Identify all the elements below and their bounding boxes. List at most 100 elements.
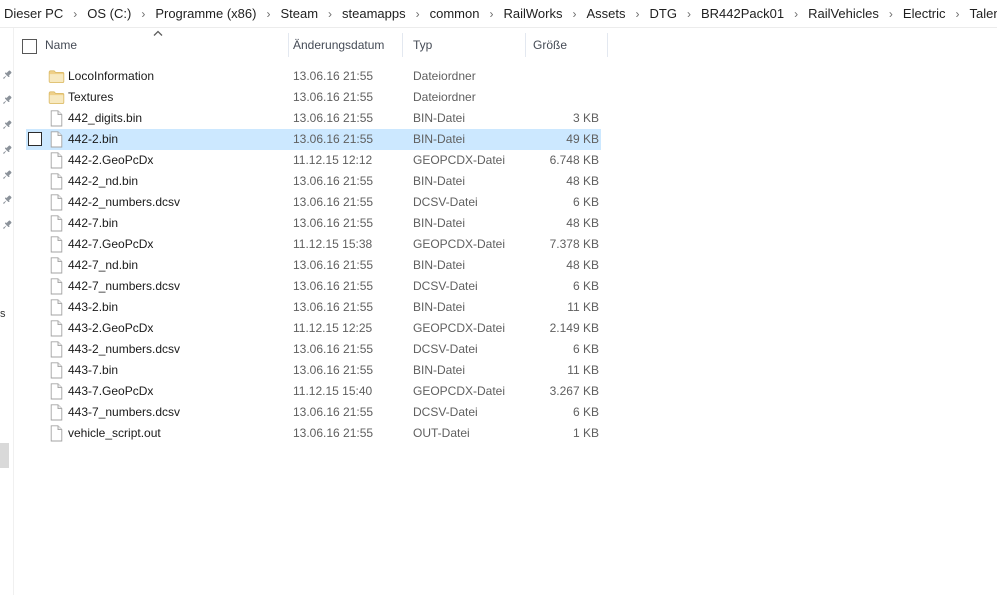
file-row[interactable]: 443-7_numbers.dcsv 13.06.16 21:55 DCSV-D… <box>26 402 601 423</box>
file-list: LocoInformation 13.06.16 21:55 Dateiordn… <box>0 66 997 444</box>
breadcrumb-chevron-icon[interactable]: › <box>65 7 85 21</box>
column-header-date[interactable]: Änderungsdatum <box>293 28 384 62</box>
file-name: Textures <box>68 90 114 104</box>
breadcrumb-chevron-icon[interactable]: › <box>628 7 648 21</box>
file-row[interactable]: 442-2.bin 13.06.16 21:55 BIN-Datei 49 KB <box>26 129 601 150</box>
file-name: 442-2.bin <box>68 132 119 146</box>
breadcrumb: Dieser PC › OS (C:) › Programme (x86) › … <box>0 0 997 28</box>
file-date: 13.06.16 21:55 <box>293 363 374 377</box>
breadcrumb-chevron-icon[interactable]: › <box>133 7 153 21</box>
file-row[interactable]: 442-7_nd.bin 13.06.16 21:55 BIN-Datei 48… <box>26 255 601 276</box>
file-size: 1 KB <box>572 426 599 440</box>
file-type: BIN-Datei <box>413 300 466 314</box>
column-resize-handle[interactable] <box>525 33 526 57</box>
breadcrumb-chevron-icon[interactable]: › <box>679 7 699 21</box>
breadcrumb-item[interactable]: Electric <box>901 6 948 21</box>
breadcrumb-item[interactable]: BR442Pack01 <box>699 6 786 21</box>
folder-icon <box>48 70 65 84</box>
file-row[interactable]: vehicle_script.out 13.06.16 21:55 OUT-Da… <box>26 423 601 444</box>
file-name: 443-7.GeoPcDx <box>68 384 154 398</box>
file-size: 6 KB <box>572 279 599 293</box>
breadcrumb-item[interactable]: common <box>428 6 482 21</box>
file-name: 442-7.bin <box>68 216 119 230</box>
file-type: Dateiordner <box>413 90 476 104</box>
file-name: vehicle_script.out <box>68 426 161 440</box>
file-row[interactable]: 442_digits.bin 13.06.16 21:55 BIN-Datei … <box>26 108 601 129</box>
breadcrumb-item[interactable]: RailWorks <box>501 6 564 21</box>
file-row[interactable]: 442-7_numbers.dcsv 13.06.16 21:55 DCSV-D… <box>26 276 601 297</box>
file-type: BIN-Datei <box>413 258 466 272</box>
breadcrumb-item[interactable]: Assets <box>584 6 627 21</box>
column-resize-handle[interactable] <box>288 33 289 57</box>
file-row[interactable]: 443-2.bin 13.06.16 21:55 BIN-Datei 11 KB <box>26 297 601 318</box>
file-icon <box>50 215 63 232</box>
breadcrumb-chevron-icon[interactable]: › <box>481 7 501 21</box>
file-row[interactable]: 442-7.GeoPcDx 11.12.15 15:38 GEOPCDX-Dat… <box>26 234 601 255</box>
file-size: 6 KB <box>572 342 599 356</box>
file-row[interactable]: 443-7.GeoPcDx 11.12.15 15:40 GEOPCDX-Dat… <box>26 381 601 402</box>
file-icon <box>50 383 63 400</box>
column-header-size[interactable]: Größe <box>533 28 567 62</box>
file-row[interactable]: 442-7.bin 13.06.16 21:55 BIN-Datei 48 KB <box>26 213 601 234</box>
file-row[interactable]: 443-7.bin 13.06.16 21:55 BIN-Datei 11 KB <box>26 360 601 381</box>
breadcrumb-chevron-icon[interactable]: › <box>408 7 428 21</box>
file-name: 443-7_numbers.dcsv <box>68 405 181 419</box>
file-type: Dateiordner <box>413 69 476 83</box>
breadcrumb-item[interactable]: Talent2 <box>968 6 997 21</box>
file-date: 13.06.16 21:55 <box>293 258 374 272</box>
file-icon <box>50 362 63 379</box>
nav-scrollbar-thumb[interactable] <box>0 443 9 468</box>
breadcrumb-item[interactable]: Dieser PC <box>2 6 65 21</box>
file-name: LocoInformation <box>68 69 155 83</box>
file-type: BIN-Datei <box>413 216 466 230</box>
column-header-type[interactable]: Typ <box>413 28 432 62</box>
breadcrumb-chevron-icon[interactable]: › <box>948 7 968 21</box>
file-icon <box>50 257 63 274</box>
file-row[interactable]: 442-2_numbers.dcsv 13.06.16 21:55 DCSV-D… <box>26 192 601 213</box>
file-icon <box>50 173 63 190</box>
file-row[interactable]: Textures 13.06.16 21:55 Dateiordner <box>26 87 601 108</box>
file-date: 13.06.16 21:55 <box>293 174 374 188</box>
file-date: 13.06.16 21:55 <box>293 195 374 209</box>
file-row[interactable]: 442-2.GeoPcDx 11.12.15 12:12 GEOPCDX-Dat… <box>26 150 601 171</box>
file-size: 3.267 KB <box>549 384 599 398</box>
breadcrumb-item[interactable]: Steam <box>278 6 320 21</box>
file-type: BIN-Datei <box>413 132 466 146</box>
breadcrumb-item[interactable]: OS (C:) <box>85 6 133 21</box>
breadcrumb-item[interactable]: steamapps <box>340 6 408 21</box>
breadcrumb-item[interactable]: Programme (x86) <box>153 6 258 21</box>
breadcrumb-chevron-icon[interactable]: › <box>786 7 806 21</box>
file-name: 442-2.GeoPcDx <box>68 153 154 167</box>
breadcrumb-chevron-icon[interactable]: › <box>258 7 278 21</box>
folder-icon <box>48 91 65 105</box>
file-date: 13.06.16 21:55 <box>293 132 374 146</box>
list-header: Name Änderungsdatum Typ Größe <box>14 28 997 62</box>
file-name: 442-2_nd.bin <box>68 174 139 188</box>
sort-ascending-icon <box>153 30 163 36</box>
file-size: 48 KB <box>566 258 599 272</box>
column-resize-handle[interactable] <box>607 33 608 57</box>
file-size: 6.748 KB <box>549 153 599 167</box>
breadcrumb-chevron-icon[interactable]: › <box>881 7 901 21</box>
file-date: 13.06.16 21:55 <box>293 279 374 293</box>
breadcrumb-chevron-icon[interactable]: › <box>320 7 340 21</box>
file-date: 13.06.16 21:55 <box>293 405 374 419</box>
file-row[interactable]: LocoInformation 13.06.16 21:55 Dateiordn… <box>26 66 601 87</box>
breadcrumb-item[interactable]: DTG <box>648 6 679 21</box>
file-type: OUT-Datei <box>413 426 470 440</box>
file-date: 11.12.15 12:25 <box>293 321 373 335</box>
file-icon <box>50 299 63 316</box>
select-all-checkbox[interactable] <box>22 39 37 54</box>
file-icon <box>50 194 63 211</box>
breadcrumb-chevron-icon[interactable]: › <box>564 7 584 21</box>
row-checkbox[interactable] <box>28 132 42 146</box>
column-header-name[interactable]: Name <box>45 28 77 62</box>
file-row[interactable]: 443-2.GeoPcDx 11.12.15 12:25 GEOPCDX-Dat… <box>26 318 601 339</box>
breadcrumb-item[interactable]: RailVehicles <box>806 6 881 21</box>
file-type: BIN-Datei <box>413 111 466 125</box>
column-resize-handle[interactable] <box>402 33 403 57</box>
file-size: 48 KB <box>566 174 599 188</box>
file-row[interactable]: 442-2_nd.bin 13.06.16 21:55 BIN-Datei 48… <box>26 171 601 192</box>
file-date: 11.12.15 15:40 <box>293 384 373 398</box>
file-row[interactable]: 443-2_numbers.dcsv 13.06.16 21:55 DCSV-D… <box>26 339 601 360</box>
